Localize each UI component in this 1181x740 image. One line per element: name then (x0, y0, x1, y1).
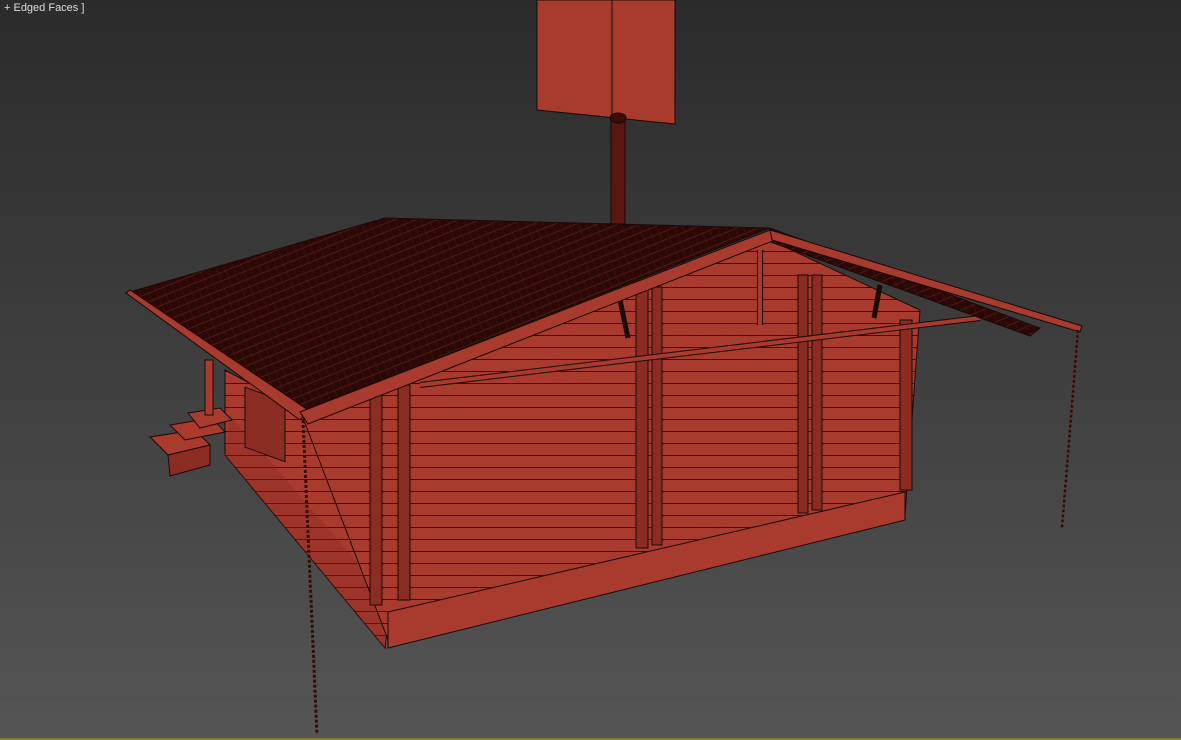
cabin-steps (148, 359, 233, 477)
cabin-model[interactable] (0, 0, 1181, 740)
billboard-sign (536, 0, 676, 125)
hanging-chain-right (1060, 329, 1080, 529)
viewport-3d[interactable]: + Edged Faces ] (0, 0, 1181, 740)
